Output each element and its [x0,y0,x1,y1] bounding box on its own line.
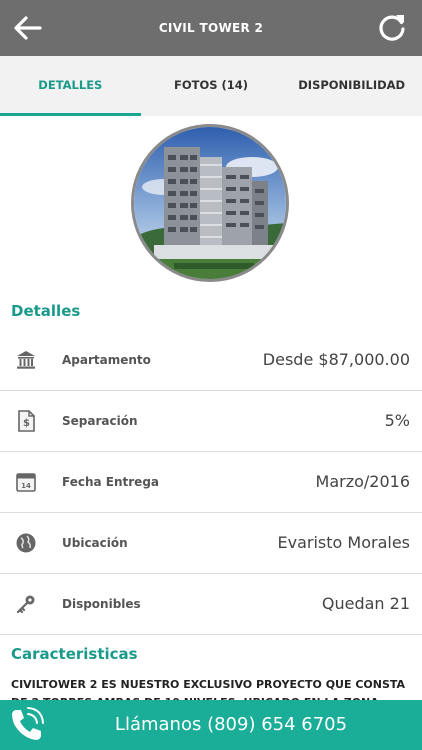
calendar-icon: 14 [16,473,36,492]
tab-disponibilidad[interactable]: DISPONIBILIDAD [281,56,422,116]
svg-text:14: 14 [21,482,31,490]
tab-fotos[interactable]: FOTOS (14) [141,56,282,116]
detail-value: Marzo/2016 [315,472,410,491]
detail-label: Ubicación [62,536,128,550]
svg-text:$: $ [23,418,30,429]
detail-label: Apartamento [62,353,151,367]
bank-icon [17,351,35,369]
detail-row-ubicacion: Ubicación Evaristo Morales [0,513,422,574]
detail-row-disponibles: Disponibles Quedan 21 [0,574,422,635]
call-button[interactable]: Llámanos (809) 654 6705 [0,700,422,750]
building-photo [131,124,289,282]
money-document-icon: $ [18,410,35,432]
features-section-title: Caracteristicas [11,645,138,663]
detail-row-separacion: $ Separación 5% [0,391,422,452]
detail-value: Desde $87,000.00 [262,350,410,369]
detail-value: 5% [384,411,410,430]
detail-label: Separación [62,414,138,428]
globe-icon [16,533,36,553]
details-section-title: Detalles [11,302,81,320]
detail-label: Fecha Entrega [62,475,160,489]
detail-label: Disponibles [62,597,141,611]
call-button-label: Llámanos (809) 654 6705 [114,714,348,735]
page-title: CIVIL TOWER 2 [158,21,264,35]
tab-bar: DETALLES FOTOS (14) DISPONIBILIDAD [0,56,422,116]
key-icon [16,595,35,614]
detail-row-apartamento: Apartamento Desde $87,000.00 [0,330,422,391]
detail-value: Quedan 21 [321,594,410,613]
refresh-icon[interactable] [374,10,410,46]
tab-detalles[interactable]: DETALLES [0,56,141,116]
top-app-bar: CIVIL TOWER 2 [0,0,422,56]
detail-row-fecha-entrega: 14 Fecha Entrega Marzo/2016 [0,452,422,513]
detail-value: Evaristo Morales [277,533,411,552]
